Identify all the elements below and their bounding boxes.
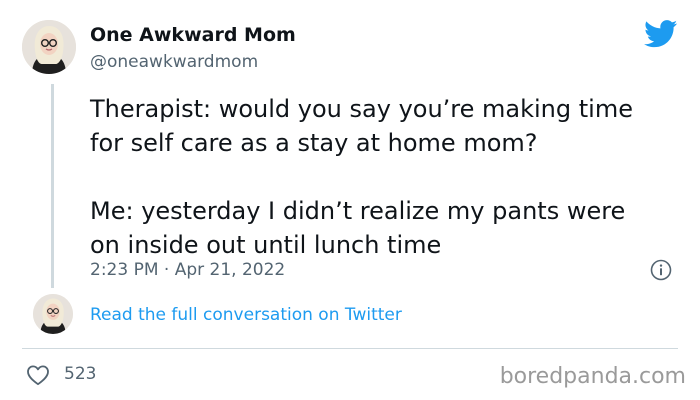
read-full-conversation-link[interactable]: Read the full conversation on Twitter bbox=[90, 305, 402, 325]
author-handle[interactable]: @oneawkwardmom bbox=[90, 52, 258, 72]
watermark: boredpanda.com bbox=[499, 364, 686, 389]
thread-line bbox=[51, 84, 54, 288]
author-name[interactable]: One Awkward Mom bbox=[90, 24, 296, 46]
divider bbox=[22, 348, 678, 349]
tweet-text-line-1: Therapist: would you say you’re making t… bbox=[90, 95, 633, 123]
twitter-bird-icon[interactable] bbox=[644, 20, 678, 48]
author-avatar[interactable] bbox=[22, 20, 76, 74]
heart-icon[interactable] bbox=[26, 364, 50, 386]
tweet-text-line-4: on inside out until lunch time bbox=[90, 231, 442, 259]
tweet-text-line-2: for self care as a stay at home mom? bbox=[90, 129, 538, 157]
reply-avatar[interactable] bbox=[33, 294, 73, 334]
info-icon[interactable] bbox=[650, 259, 672, 281]
like-count: 523 bbox=[64, 364, 97, 384]
tweet-timestamp[interactable]: 2:23 PM · Apr 21, 2022 bbox=[90, 260, 285, 280]
tweet-text: Therapist: would you say you’re making t… bbox=[90, 92, 690, 262]
tweet-text-line-3: Me: yesterday I didn’t realize my pants … bbox=[90, 197, 626, 225]
